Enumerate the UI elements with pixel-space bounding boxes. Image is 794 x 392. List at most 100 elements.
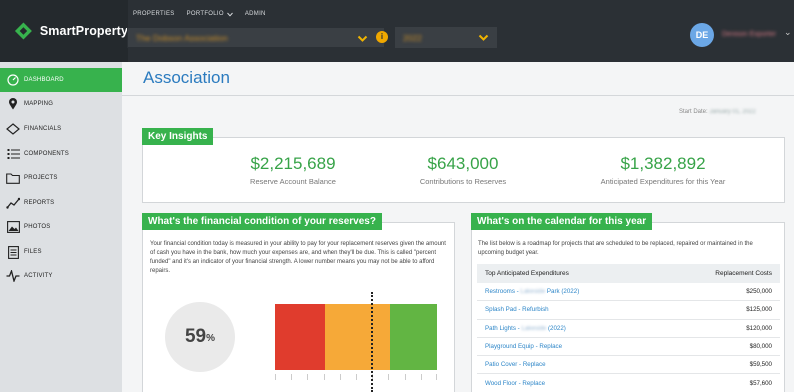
nav-properties[interactable]: PROPERTIES <box>133 11 175 17</box>
funding-bar-high <box>390 304 437 370</box>
metric-label: Anticipated Expenditures for this Year <box>600 177 726 186</box>
financial-condition-title: What's the financial condition of your r… <box>142 213 382 230</box>
association-select-value: The Dobson Association <box>136 32 228 43</box>
expenditure-name: Playground Equip - Replace <box>485 343 563 351</box>
brand-name: SmartProperty <box>39 24 128 38</box>
metric-label: Contributions to Reserves <box>419 177 507 186</box>
pulse-icon <box>6 269 20 283</box>
table-row: Playground Equip - Replace $80,000 <box>477 338 780 357</box>
sidebar-item-label: PHOTOS <box>24 224 51 230</box>
metric-value: $1,382,892 <box>620 154 706 173</box>
chevron-down-icon <box>478 34 489 41</box>
table-row: Path Lights - Lakeside (2022) $120,000 <box>477 320 780 338</box>
metric-anticipated-expenditures: $1,382,892 Anticipated Expenditures for … <box>553 154 773 186</box>
nav-portfolio[interactable]: PORTFOLIO <box>187 11 233 17</box>
percent-sign: % <box>206 333 216 344</box>
percent-funded-marker <box>370 292 373 392</box>
table-header: Top Anticipated Expenditures Replacement… <box>477 264 780 283</box>
chevron-down-icon[interactable]: ⌄ <box>784 27 792 38</box>
expenditure-link[interactable]: Wood Floor - Replace <box>485 380 545 387</box>
expenditure-link[interactable]: Restrooms - Lakeside Park (2022) <box>485 288 579 295</box>
column-header: Replacement Costs <box>715 270 772 277</box>
metric-label: Reserve Account Balance <box>250 177 336 186</box>
replacement-cost: $125,000 <box>746 306 772 314</box>
funding-bar-tick <box>356 374 357 380</box>
expenditures-table: Top Anticipated Expenditures Replacement… <box>477 264 780 392</box>
expenditure-name: Splash Pad - Refurbish <box>485 306 549 314</box>
file-icon <box>6 245 20 259</box>
percent-funded-value: 59 <box>184 326 207 347</box>
photo-icon <box>6 220 20 234</box>
year-select[interactable]: 2022 <box>395 27 497 48</box>
sidebar: DASHBOARD MAPPING FINANCIALS COMPONENTS … <box>0 62 122 392</box>
funding-bar-low <box>275 304 325 370</box>
sidebar-item-components[interactable]: COMPONENTS <box>0 142 122 166</box>
metric-contributions: $643,000 Contributions to Reserves <box>393 154 533 186</box>
expenditure-link[interactable]: Path Lights - Lakeside (2022) <box>485 325 566 332</box>
column-header: Top Anticipated Expenditures <box>485 270 569 277</box>
table-row: Wood Floor - Replace $57,600 <box>477 374 780 392</box>
sidebar-item-label: DASHBOARD <box>24 77 64 83</box>
sidebar-item-label: PROJECTS <box>24 175 58 181</box>
financial-condition-text: Your financial condition today is measur… <box>150 241 446 274</box>
association-select[interactable]: The Dobson Association <box>127 27 385 48</box>
replacement-cost: $59,500 <box>749 361 772 369</box>
divider <box>122 95 794 96</box>
start-date-value: January 01, 2022 <box>709 109 756 115</box>
sidebar-item-projects[interactable]: PROJECTS <box>0 166 122 190</box>
expenditure-link[interactable]: Patio Cover - Replace <box>485 361 546 368</box>
nav-admin[interactable]: ADMIN <box>245 11 266 17</box>
diamond-icon <box>6 122 20 136</box>
chevron-down-icon <box>357 35 368 42</box>
sidebar-item-label: ACTIVITY <box>24 273 53 279</box>
replacement-cost: $120,000 <box>746 324 772 332</box>
map-pin-icon <box>6 97 20 111</box>
year-select-value: 2022 <box>403 32 422 43</box>
funding-bar-tick <box>275 374 276 380</box>
sidebar-item-mapping[interactable]: MAPPING <box>0 92 122 116</box>
table-row: Restrooms - Lakeside Park (2022) $250,000 <box>477 283 780 302</box>
funding-bar-tick <box>421 374 422 380</box>
list-icon <box>6 147 20 161</box>
expenditure-name: Wood Floor - Replace <box>485 379 546 387</box>
sidebar-item-files[interactable]: FILES <box>0 240 122 264</box>
table-row: Patio Cover - Replace $59,500 <box>477 356 780 375</box>
chevron-down-icon <box>226 12 233 17</box>
logo-icon <box>14 22 32 40</box>
funding-bar-ticks <box>275 374 437 382</box>
key-insights-card: $2,215,689 Reserve Account Balance $643,… <box>142 137 785 203</box>
logo[interactable]: SmartProperty <box>0 0 128 62</box>
funding-bar-tick <box>324 374 325 380</box>
funding-bar-tick <box>405 374 406 380</box>
key-insights-title: Key Insights <box>142 128 214 145</box>
sidebar-item-dashboard[interactable]: DASHBOARD <box>0 68 122 92</box>
funding-bar-tick <box>307 374 308 380</box>
expenditure-link[interactable]: Splash Pad - Refurbish <box>485 306 549 313</box>
sidebar-item-label: MAPPING <box>24 101 54 107</box>
avatar[interactable]: DE <box>690 23 714 47</box>
user-name[interactable]: Denison Exporter <box>722 31 776 38</box>
funding-bar-tick <box>340 374 341 380</box>
page-title: Association <box>143 68 230 87</box>
replacement-cost: $80,000 <box>749 343 772 351</box>
sidebar-item-reports[interactable]: REPORTS <box>0 191 122 215</box>
percent-funded-circle: 59% <box>165 302 235 372</box>
metric-value: $2,215,689 <box>250 154 336 173</box>
info-icon[interactable]: i <box>376 31 388 43</box>
sidebar-item-financials[interactable]: FINANCIALS <box>0 117 122 141</box>
expenditure-name-suffix: Park (2022) <box>545 288 580 296</box>
calendar-text: The list below is a roadmap for projects… <box>478 241 753 256</box>
dashboard-icon <box>6 73 20 87</box>
metric-value: $643,000 <box>427 154 499 173</box>
funding-bar-tick <box>291 374 292 380</box>
expenditure-name: Restrooms - <box>485 288 521 296</box>
top-nav: PROPERTIES PORTFOLIO ADMIN <box>133 11 266 17</box>
sidebar-item-label: REPORTS <box>24 200 55 206</box>
sidebar-item-label: FINANCIALS <box>24 126 62 132</box>
table-row: Splash Pad - Refurbish $125,000 <box>477 301 780 320</box>
sidebar-item-photos[interactable]: PHOTOS <box>0 215 122 239</box>
sidebar-item-activity[interactable]: ACTIVITY <box>0 264 122 288</box>
expenditure-link[interactable]: Playground Equip - Replace <box>485 343 562 350</box>
replacement-cost: $57,600 <box>749 379 772 387</box>
funding-bar <box>275 304 437 370</box>
